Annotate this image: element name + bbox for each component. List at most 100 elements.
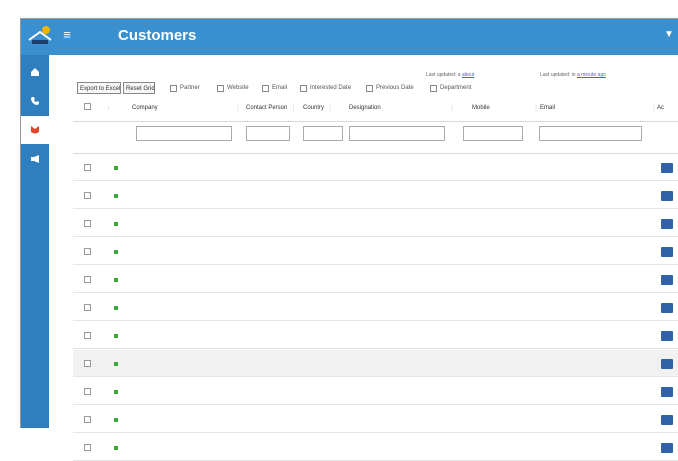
chevron-down-icon[interactable]: ▼ bbox=[664, 28, 674, 42]
column-header-actions[interactable]: Ac bbox=[657, 95, 664, 121]
row-action-button[interactable] bbox=[661, 163, 673, 173]
row-checkbox[interactable] bbox=[84, 416, 91, 423]
row-checkbox[interactable] bbox=[84, 304, 91, 311]
filter-department[interactable]: Department bbox=[430, 82, 471, 94]
filter-email[interactable]: Email bbox=[262, 82, 287, 94]
page-title: Customers bbox=[118, 27, 197, 44]
row-action-button[interactable] bbox=[661, 219, 673, 229]
last-updated-1: Last updated: a about bbox=[426, 72, 474, 78]
contact-filter-input[interactable] bbox=[246, 126, 290, 141]
filter-partner[interactable]: Partner bbox=[170, 82, 200, 94]
table-row[interactable] bbox=[73, 434, 678, 461]
table-row[interactable] bbox=[73, 154, 678, 181]
filter-label: Interested Date bbox=[310, 85, 352, 91]
status-dot bbox=[114, 194, 118, 198]
row-checkbox[interactable] bbox=[84, 164, 91, 171]
row-action-button[interactable] bbox=[661, 191, 673, 201]
row-action-button[interactable] bbox=[661, 303, 673, 313]
table-row[interactable] bbox=[73, 406, 678, 433]
row-checkbox[interactable] bbox=[84, 388, 91, 395]
header-divider bbox=[73, 121, 678, 122]
checkbox[interactable] bbox=[300, 84, 307, 92]
sort-indicator[interactable]: ↓ bbox=[104, 95, 110, 121]
app-window: ≡ Customers ▼ Export to Excel Reset Grid… bbox=[0, 0, 678, 461]
filter-interested-date[interactable]: Interested Date bbox=[300, 82, 351, 94]
table-row[interactable] bbox=[73, 294, 678, 321]
app-logo-icon[interactable] bbox=[26, 22, 54, 50]
checkbox[interactable] bbox=[262, 84, 269, 92]
column-label: Country bbox=[303, 105, 325, 111]
status-dot bbox=[114, 390, 118, 394]
email-filter-input[interactable] bbox=[539, 126, 642, 141]
column-label: Company bbox=[132, 105, 158, 111]
filter-label: Website bbox=[227, 85, 249, 91]
row-action-button[interactable] bbox=[661, 247, 673, 257]
last-updated-link[interactable]: about bbox=[462, 72, 475, 78]
table-row[interactable] bbox=[73, 266, 678, 293]
sidebar-item-home[interactable] bbox=[21, 58, 49, 86]
column-label: Ac bbox=[657, 105, 665, 111]
column-header-country[interactable]: Country ⋮ bbox=[303, 95, 333, 121]
mobile-filter-input[interactable] bbox=[463, 126, 523, 141]
column-label: Designation bbox=[349, 105, 381, 111]
sidebar-item-customers[interactable] bbox=[21, 116, 49, 144]
shield-icon bbox=[31, 126, 39, 134]
column-header-designation[interactable]: Designation bbox=[349, 95, 381, 121]
hamburger-menu-icon[interactable]: ≡ bbox=[60, 28, 74, 42]
table-row[interactable] bbox=[73, 238, 678, 265]
reset-grid-button[interactable]: Reset Grid bbox=[123, 82, 155, 94]
last-updated-label: Last updated: a bbox=[426, 72, 461, 78]
last-updated-2: Last updated: in a minute ago bbox=[540, 72, 606, 78]
table-row[interactable] bbox=[73, 210, 678, 237]
filter-previous-date[interactable]: Previous Date bbox=[366, 82, 414, 94]
column-header-company[interactable]: Company bbox=[132, 95, 158, 121]
select-all-checkbox[interactable] bbox=[84, 103, 91, 110]
column-sort-divider[interactable]: ⋮ bbox=[530, 95, 539, 121]
column-sort-divider[interactable]: ⋮ bbox=[232, 95, 241, 121]
row-checkbox[interactable] bbox=[84, 360, 91, 367]
filter-label: Partner bbox=[180, 85, 200, 91]
status-dot bbox=[114, 362, 118, 366]
checkbox[interactable] bbox=[430, 84, 437, 92]
export-excel-button[interactable]: Export to Excel bbox=[77, 82, 121, 94]
row-action-button[interactable] bbox=[661, 387, 673, 397]
designation-filter-input[interactable] bbox=[349, 126, 445, 141]
row-action-button[interactable] bbox=[661, 331, 673, 341]
row-action-button[interactable] bbox=[661, 415, 673, 425]
checkbox[interactable] bbox=[217, 84, 224, 92]
row-checkbox[interactable] bbox=[84, 248, 91, 255]
country-filter-input[interactable] bbox=[303, 126, 343, 141]
column-header-email[interactable]: Email bbox=[540, 95, 555, 121]
status-dot bbox=[114, 250, 118, 254]
filter-website[interactable]: Website bbox=[217, 82, 249, 94]
company-filter-input[interactable] bbox=[136, 126, 232, 141]
row-checkbox[interactable] bbox=[84, 220, 91, 227]
phone-icon bbox=[31, 97, 39, 105]
row-checkbox[interactable] bbox=[84, 192, 91, 199]
row-action-button[interactable] bbox=[661, 275, 673, 285]
sidebar-item-campaigns[interactable] bbox=[21, 145, 49, 173]
row-action-button[interactable] bbox=[661, 359, 673, 369]
filter-label: Department bbox=[440, 85, 472, 91]
status-dot bbox=[114, 166, 118, 170]
table-row[interactable] bbox=[73, 378, 678, 405]
status-dot bbox=[114, 278, 118, 282]
checkbox[interactable] bbox=[170, 84, 177, 92]
column-header-mobile[interactable]: Mobile bbox=[472, 95, 490, 121]
column-header-contact-person[interactable]: Contact Person ⋮ bbox=[246, 95, 296, 121]
table-row[interactable] bbox=[73, 350, 678, 377]
row-checkbox[interactable] bbox=[84, 332, 91, 339]
sidebar-item-phone[interactable] bbox=[21, 87, 49, 115]
column-sort-divider[interactable]: ⋮ bbox=[648, 95, 657, 121]
row-checkbox[interactable] bbox=[84, 276, 91, 283]
table-row[interactable] bbox=[73, 322, 678, 349]
row-action-button[interactable] bbox=[661, 443, 673, 453]
checkbox[interactable] bbox=[366, 84, 373, 92]
megaphone-icon bbox=[30, 155, 39, 163]
row-checkbox[interactable] bbox=[84, 444, 91, 451]
last-updated-link[interactable]: a minute ago bbox=[577, 72, 606, 78]
table-row[interactable] bbox=[73, 182, 678, 209]
status-dot bbox=[114, 334, 118, 338]
column-label: Contact Person bbox=[246, 105, 288, 111]
column-sort-divider[interactable]: ⋮ bbox=[446, 95, 455, 121]
